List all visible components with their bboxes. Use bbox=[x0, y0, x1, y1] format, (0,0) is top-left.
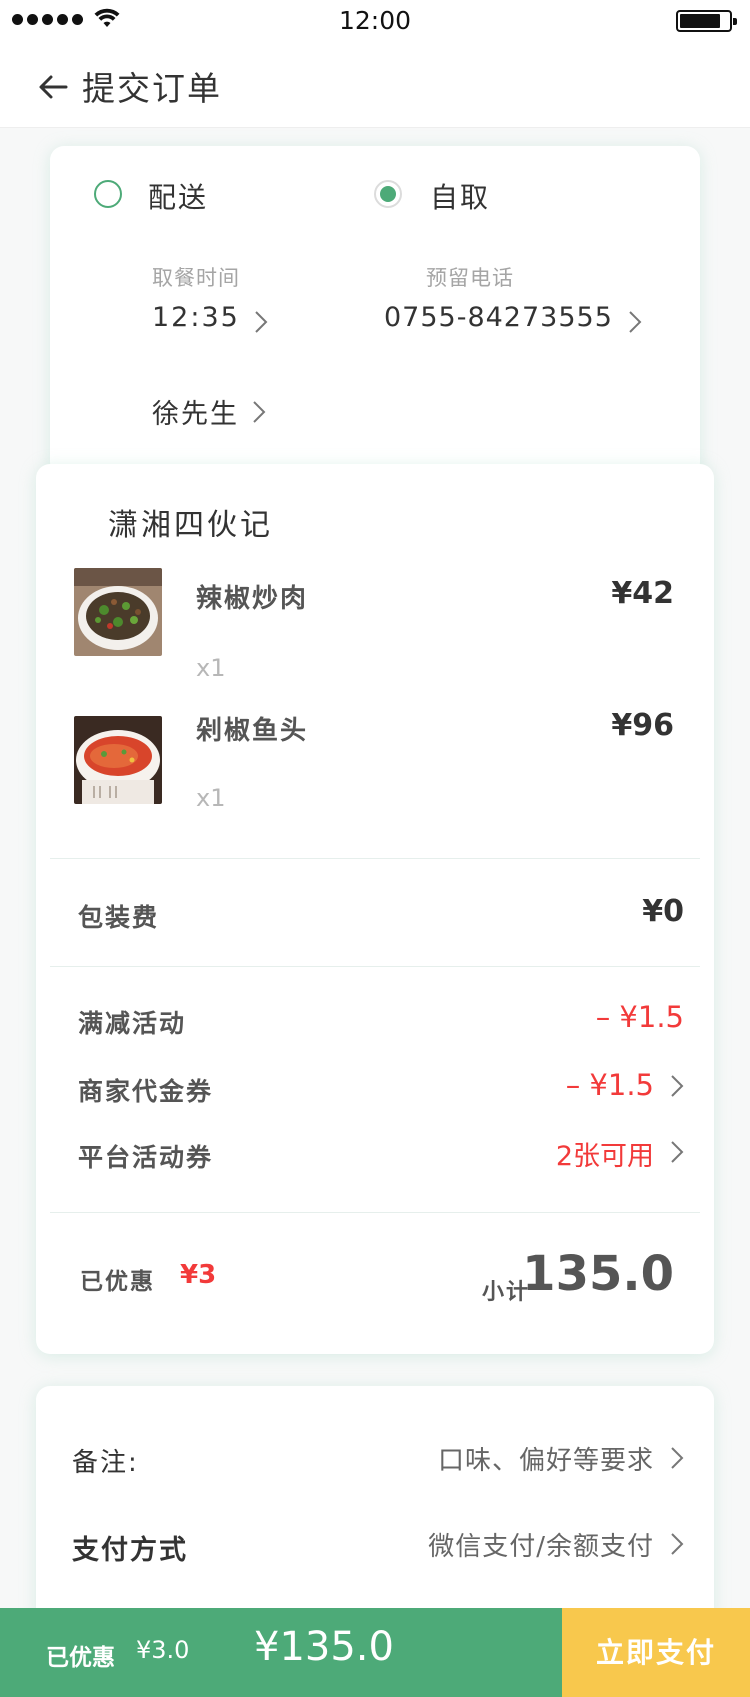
dish-price: ¥96 bbox=[611, 708, 674, 743]
remark-input[interactable]: 口味、偏好等要求 bbox=[438, 1440, 654, 1477]
checkout-bar: 已优惠 ¥3.0 ¥135.0 立即支付 bbox=[0, 1608, 750, 1697]
platform-coupon-value[interactable]: 2张可用 bbox=[556, 1134, 654, 1173]
bottom-saved-value: ¥3.0 bbox=[136, 1636, 190, 1664]
chevron-right-icon bbox=[255, 311, 268, 333]
status-time: 12:00 bbox=[338, 6, 412, 35]
chevron-right-icon bbox=[253, 401, 266, 423]
radio-pickup[interactable] bbox=[374, 180, 402, 208]
contact-name[interactable]: 徐先生 bbox=[152, 392, 239, 431]
status-bar: 12:00 bbox=[0, 0, 750, 44]
nav-bar: 提交订单 bbox=[0, 44, 750, 128]
dish-qty: x1 bbox=[196, 654, 226, 682]
packing-fee-label: 包装费 bbox=[78, 903, 160, 932]
chevron-right-icon bbox=[671, 1447, 684, 1469]
page-title: 提交订单 bbox=[82, 69, 222, 108]
saved-value: ¥3 bbox=[180, 1260, 217, 1290]
voucher-label: 商家代金券 bbox=[78, 1077, 214, 1106]
dish-image bbox=[74, 716, 162, 804]
radio-delivery[interactable] bbox=[94, 180, 122, 208]
chevron-right-icon bbox=[671, 1075, 684, 1097]
divider bbox=[50, 966, 700, 967]
chevron-right-icon bbox=[671, 1533, 684, 1555]
delivery-label: 配送 bbox=[148, 181, 209, 214]
chevron-right-icon bbox=[671, 1141, 684, 1163]
pickup-time-label: 取餐时间 bbox=[152, 266, 240, 290]
divider bbox=[50, 1212, 700, 1213]
remark-label: 备注: bbox=[72, 1448, 139, 1478]
pickup-card: 配送 自取 取餐时间 12:35 预留电话 0755-84273555 徐先生 bbox=[50, 146, 700, 476]
bottom-saved-label: 已优惠 bbox=[46, 1645, 115, 1671]
shop-name: 潇湘四伙记 bbox=[108, 508, 273, 543]
packing-fee-value: ¥0 bbox=[642, 894, 684, 929]
chevron-right-icon bbox=[629, 311, 642, 333]
pay-now-button[interactable]: 立即支付 bbox=[562, 1608, 750, 1697]
dish-qty: x1 bbox=[196, 784, 226, 812]
platform-coupon-label: 平台活动券 bbox=[78, 1143, 214, 1172]
dish-image bbox=[74, 568, 162, 656]
discount-label: 满减活动 bbox=[78, 1009, 187, 1038]
battery-icon bbox=[676, 10, 737, 32]
saved-label: 已优惠 bbox=[80, 1269, 155, 1295]
voucher-value[interactable]: – ¥1.5 bbox=[566, 1068, 654, 1102]
pickup-time-value[interactable]: 12:35 bbox=[152, 302, 240, 333]
phone-value[interactable]: 0755-84273555 bbox=[384, 302, 613, 333]
dish-name: 辣椒炒肉 bbox=[196, 584, 309, 614]
discount-value: – ¥1.5 bbox=[595, 1000, 684, 1034]
pickup-label: 自取 bbox=[430, 181, 491, 214]
divider bbox=[50, 858, 700, 859]
back-arrow-icon[interactable] bbox=[36, 70, 70, 104]
payment-method[interactable]: 微信支付/余额支付 bbox=[428, 1526, 654, 1563]
dish-price: ¥42 bbox=[611, 576, 674, 611]
subtotal-value: 135.0 bbox=[522, 1246, 674, 1302]
bottom-total: ¥135.0 bbox=[254, 1624, 394, 1670]
order-card: 潇湘四伙记 辣椒炒肉 x1 ¥42 剁椒鱼头 x1 ¥96 包装费 ¥0 满减活… bbox=[36, 464, 714, 1354]
phone-label: 预留电话 bbox=[426, 266, 514, 290]
extra-card: 备注: 口味、偏好等要求 支付方式 微信支付/余额支付 bbox=[36, 1386, 714, 1626]
dish-name: 剁椒鱼头 bbox=[196, 716, 309, 746]
payment-label: 支付方式 bbox=[72, 1535, 188, 1566]
